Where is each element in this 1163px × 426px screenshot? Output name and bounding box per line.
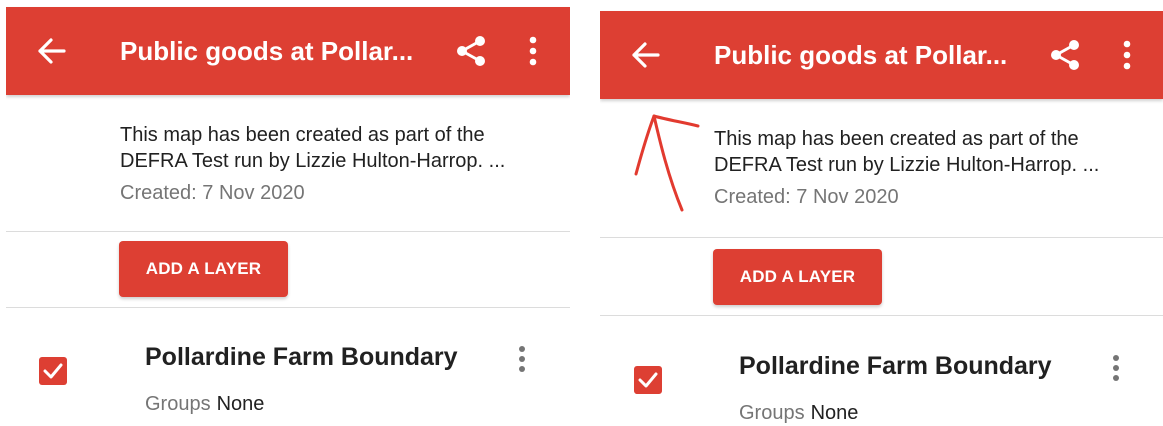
groups-label: Groups	[739, 402, 805, 424]
created-date: Created: 7 Nov 2020	[120, 182, 305, 204]
divider	[600, 315, 1163, 316]
back-arrow-icon[interactable]	[630, 41, 660, 69]
more-vert-icon[interactable]	[526, 34, 540, 68]
divider	[6, 231, 570, 232]
back-arrow-icon[interactable]	[36, 37, 66, 65]
groups-value: None	[810, 402, 859, 424]
layer-more-icon[interactable]	[515, 344, 529, 374]
checkbox-checked-icon	[43, 363, 63, 379]
right-screenshot: Public goods at Pollar... This map has b…	[600, 0, 1163, 426]
more-vert-icon[interactable]	[1120, 38, 1134, 72]
hand-drawn-arrow-annotation	[634, 114, 700, 212]
groups-value: None	[216, 393, 265, 415]
layer-checkbox[interactable]	[634, 366, 662, 394]
created-date: Created: 7 Nov 2020	[714, 186, 899, 208]
layer-groups: Groups None	[145, 393, 264, 416]
app-bar: Public goods at Pollar...	[600, 11, 1163, 99]
description-line-2: DEFRA Test run by Lizzie Hulton-Harrop. …	[714, 154, 1100, 176]
description-line-2: DEFRA Test run by Lizzie Hulton-Harrop. …	[120, 150, 506, 172]
layer-more-icon[interactable]	[1109, 353, 1123, 383]
map-title: Public goods at Pollar...	[120, 36, 414, 66]
map-description: This map has been created as part of the…	[120, 122, 560, 206]
add-layer-button[interactable]: ADD A LAYER	[119, 241, 288, 297]
layer-name: Pollardine Farm Boundary	[145, 343, 458, 371]
share-icon[interactable]	[1048, 38, 1082, 72]
share-icon[interactable]	[454, 34, 488, 68]
divider	[6, 307, 570, 308]
layer-groups: Groups None	[739, 402, 858, 425]
map-title: Public goods at Pollar...	[714, 40, 1008, 70]
map-description: This map has been created as part of the…	[714, 126, 1154, 210]
description-line-1: This map has been created as part of the	[120, 124, 485, 146]
groups-label: Groups	[145, 393, 211, 415]
app-bar: Public goods at Pollar...	[6, 7, 570, 95]
add-layer-button[interactable]: ADD A LAYER	[713, 249, 882, 305]
divider	[600, 237, 1163, 238]
layer-name: Pollardine Farm Boundary	[739, 352, 1052, 380]
left-screenshot: Public goods at Pollar... This map has b…	[6, 0, 570, 426]
checkbox-checked-icon	[638, 372, 658, 388]
layer-checkbox[interactable]	[39, 357, 67, 385]
description-line-1: This map has been created as part of the	[714, 128, 1079, 150]
